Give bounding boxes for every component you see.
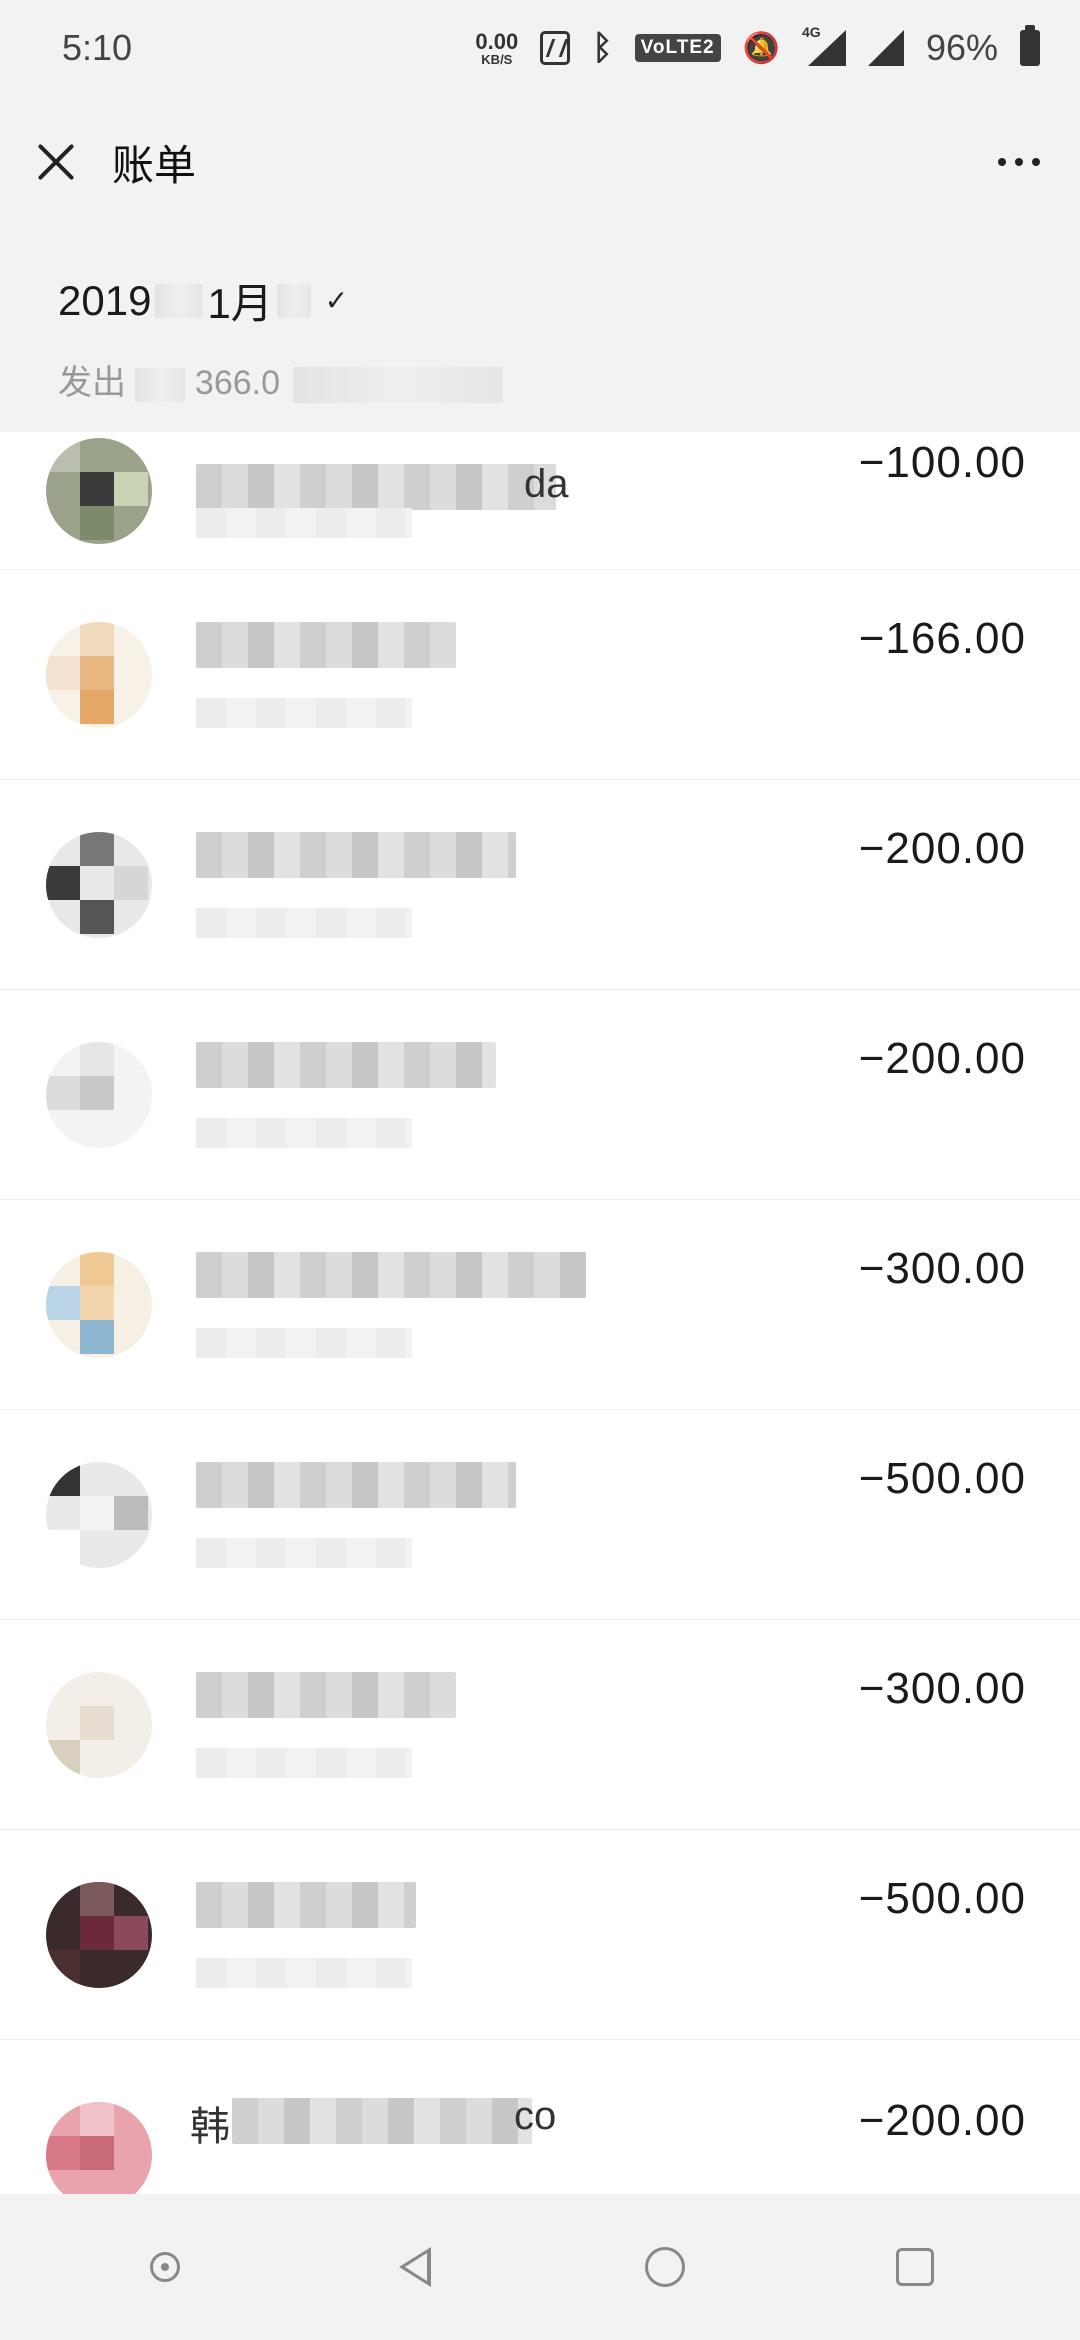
battery-percent: 96% — [925, 27, 998, 68]
recent-apps-icon — [896, 2248, 934, 2286]
month-header: 2019 1月 ✓ 发出 366.0 — [0, 228, 1080, 432]
home-button[interactable] — [635, 2237, 695, 2297]
home-icon — [645, 2247, 685, 2287]
battery-icon — [1020, 25, 1040, 66]
signal-icon — [867, 30, 904, 66]
redacted-subtitle — [196, 508, 412, 538]
redacted-name — [196, 622, 456, 668]
month-summary: 发出 366.0 — [58, 355, 1022, 404]
bill-name-fragment: da — [524, 462, 569, 506]
avatar — [46, 831, 152, 938]
nav-bar: 账单 — [0, 96, 1080, 228]
summary-amount: 366.0 — [194, 364, 280, 402]
redacted-block — [155, 283, 204, 318]
net-speed-indicator: 0.00 KB/S — [475, 28, 519, 67]
bill-name-prefix: 韩 — [190, 2105, 230, 2149]
net-speed-value: 0.00 — [475, 28, 519, 54]
signal-4g-icon: 4G — [802, 24, 846, 66]
bill-item[interactable]: da −100.00 — [0, 432, 1080, 570]
recent-apps-button[interactable] — [885, 2237, 945, 2297]
summary-prefix: 发出 — [58, 364, 126, 402]
redacted-block — [276, 283, 311, 318]
bill-amount: −166.00 — [858, 614, 1026, 663]
avatar — [46, 621, 152, 728]
bill-amount: −200.00 — [858, 824, 1026, 873]
more-icon[interactable] — [988, 148, 1050, 176]
bill-amount: −300.00 — [858, 1664, 1026, 1713]
redacted-name — [196, 1042, 496, 1088]
net-speed-unit: KB/S — [481, 51, 513, 67]
back-button[interactable] — [385, 2237, 445, 2297]
bill-item[interactable]: −500.00 — [0, 1410, 1080, 1620]
redacted-block — [293, 367, 504, 404]
avatar — [46, 437, 152, 544]
bluetooth-icon: ᛒ — [592, 28, 613, 67]
assistant-button[interactable] — [135, 2237, 195, 2297]
system-nav-bar — [0, 2194, 1080, 2340]
redacted-subtitle — [196, 1748, 412, 1778]
redacted-subtitle — [196, 698, 412, 728]
bill-item[interactable]: −200.00 — [0, 990, 1080, 1200]
back-icon — [399, 2247, 431, 2287]
status-bar: 5:10 0.00 KB/S ᛒ VoLTE2 🔕 4G 96% — [0, 0, 1080, 96]
redacted-subtitle — [196, 1118, 412, 1148]
bill-amount: −500.00 — [858, 1454, 1026, 1503]
bill-amount: −200.00 — [858, 2096, 1026, 2145]
avatar — [46, 2101, 152, 2194]
redacted-block — [135, 368, 186, 403]
redacted-name — [196, 1672, 456, 1718]
avatar — [46, 1671, 152, 1778]
chevron-down-icon[interactable]: ✓ — [325, 284, 348, 317]
assistant-icon — [150, 2252, 180, 2282]
month-selector[interactable]: 2019 1月 ✓ — [58, 270, 1022, 331]
bill-amount: −100.00 — [858, 438, 1026, 487]
avatar — [46, 1041, 152, 1148]
bill-item[interactable]: −166.00 — [0, 570, 1080, 780]
bill-amount: −500.00 — [858, 1874, 1026, 1923]
bill-item[interactable]: 韩 co −200.00 — [0, 2040, 1080, 2194]
bill-item[interactable]: −300.00 — [0, 1620, 1080, 1830]
nfc-icon — [540, 31, 571, 65]
redacted-subtitle — [196, 908, 412, 938]
redacted-subtitle — [196, 1958, 412, 1988]
bill-amount: −300.00 — [858, 1244, 1026, 1293]
status-time: 5:10 — [62, 27, 133, 68]
avatar — [46, 1461, 152, 1568]
bill-item[interactable]: −300.00 — [0, 1200, 1080, 1410]
redacted-name — [196, 832, 516, 878]
redacted-name — [196, 1252, 586, 1298]
bill-name-fragment: co — [514, 2094, 557, 2138]
redacted-name — [232, 2098, 532, 2144]
redacted-subtitle — [196, 1538, 412, 1568]
month-label: 1月 — [207, 280, 273, 327]
month-year: 2019 — [58, 276, 152, 324]
mute-bell-icon: 🔕 — [742, 31, 780, 65]
volte-icon: VoLTE2 — [634, 34, 721, 62]
page-title: 账单 — [112, 141, 197, 189]
redacted-name — [196, 1882, 416, 1928]
bill-item[interactable]: −200.00 — [0, 780, 1080, 990]
close-icon[interactable] — [30, 136, 82, 188]
avatar — [46, 1881, 152, 1988]
bill-list[interactable]: da −100.00 −166.00 −200.00 −200.00 −300.… — [0, 432, 1080, 2194]
bill-amount: −200.00 — [858, 1034, 1026, 1083]
avatar — [46, 1251, 152, 1358]
redacted-subtitle — [196, 1328, 412, 1358]
status-icons: 0.00 KB/S ᛒ VoLTE2 🔕 4G 96% — [475, 24, 1040, 69]
redacted-name — [196, 464, 556, 510]
bill-item[interactable]: −500.00 — [0, 1830, 1080, 2040]
redacted-name — [196, 1462, 516, 1508]
